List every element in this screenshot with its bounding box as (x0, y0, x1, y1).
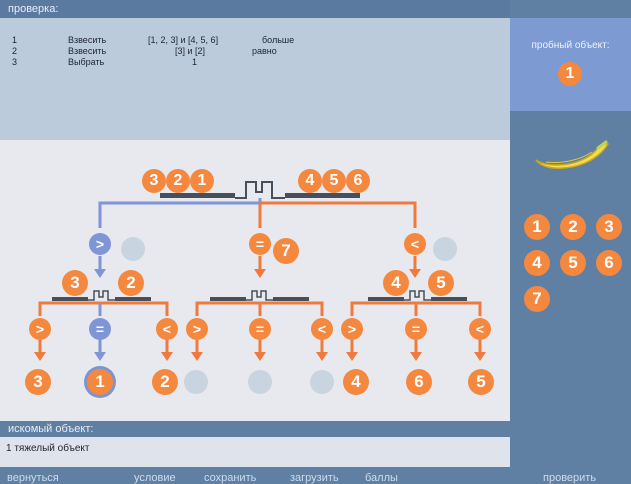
greater-sign: > (341, 318, 363, 340)
log-row-number: 1 (12, 35, 18, 45)
probe-coin[interactable]: 1 (558, 62, 582, 86)
pan-coin[interactable]: 1 (190, 169, 214, 193)
empty-slot[interactable] (184, 370, 208, 394)
log-row-action: Выбрать (68, 57, 105, 67)
check-log-panel: 1 Взвесить [1, 2, 3] и [4, 5, 6] больше … (0, 18, 510, 140)
palette-coin[interactable]: 2 (560, 214, 586, 240)
palette-coin[interactable]: 3 (596, 214, 622, 240)
greater-sign: > (186, 318, 208, 340)
leaf-coin[interactable]: 2 (152, 369, 178, 395)
greater-sign: > (89, 233, 111, 255)
pan-coin[interactable]: 2 (118, 270, 144, 296)
leaf-coin-selected[interactable]: 1 (87, 369, 113, 395)
score-link[interactable]: баллы (365, 472, 398, 484)
back-link[interactable]: вернуться (7, 472, 59, 484)
equal-sign: = (249, 318, 271, 340)
pan-coin[interactable]: 4 (383, 270, 409, 296)
scale-icon (368, 290, 467, 301)
leaf-coin[interactable]: 6 (406, 369, 432, 395)
empty-slot[interactable] (310, 370, 334, 394)
palette-coin[interactable]: 6 (596, 250, 622, 276)
equal-sign: = (405, 318, 427, 340)
log-row-arg: [1, 2, 3] и [4, 5, 6] (148, 35, 219, 45)
check-header: проверка: (0, 0, 510, 18)
log-row-number: 3 (12, 57, 18, 67)
palette-coin[interactable]: 7 (524, 286, 550, 312)
less-sign: < (404, 233, 426, 255)
equal-sign: = (249, 233, 271, 255)
verify-link[interactable]: проверить (543, 472, 596, 484)
empty-slot[interactable] (248, 370, 272, 394)
log-row-action: Взвесить (68, 35, 107, 45)
log-row-number: 2 (12, 46, 18, 56)
log-row-action: Взвесить (68, 46, 107, 56)
pan-coin[interactable]: 5 (322, 169, 346, 193)
log-row-arg: [3] и [2] (175, 46, 206, 56)
leaf-coin[interactable]: 5 (468, 369, 494, 395)
answer-text: 1 тяжелый объект (6, 443, 90, 454)
pan-coin[interactable]: 3 (62, 270, 88, 296)
empty-slot[interactable] (433, 237, 457, 261)
log-row-result: больше (262, 35, 295, 45)
leaf-coin[interactable]: 3 (25, 369, 51, 395)
log-row-arg: 1 (192, 57, 198, 67)
answer-header: искомый объект: (0, 421, 510, 437)
greater-sign: > (29, 318, 51, 340)
scale-icon (210, 290, 309, 301)
less-sign: < (311, 318, 333, 340)
pan-coin[interactable]: 3 (142, 169, 166, 193)
probe-label: пробный объект: (531, 40, 610, 51)
middle-coin[interactable]: 7 (273, 238, 299, 264)
save-link[interactable]: сохранить (204, 472, 256, 484)
answer-panel: 1 тяжелый объект (0, 437, 510, 467)
pan-coin[interactable]: 2 (166, 169, 190, 193)
less-sign: < (469, 318, 491, 340)
empty-slot[interactable] (121, 237, 145, 261)
palette-coin[interactable]: 5 (560, 250, 586, 276)
leaf-coin[interactable]: 4 (343, 369, 369, 395)
less-sign: < (156, 318, 178, 340)
pan-coin[interactable]: 4 (298, 169, 322, 193)
equal-sign: = (89, 318, 111, 340)
palette-coin[interactable]: 4 (524, 250, 550, 276)
load-link[interactable]: загрузить (290, 472, 339, 484)
condition-link[interactable]: условие (134, 472, 176, 484)
log-row-result: равно (252, 46, 277, 56)
pan-coin[interactable]: 5 (428, 270, 454, 296)
palette-coin[interactable]: 1 (524, 214, 550, 240)
banana-icon[interactable] (532, 138, 612, 174)
pan-coin[interactable]: 6 (346, 169, 370, 193)
